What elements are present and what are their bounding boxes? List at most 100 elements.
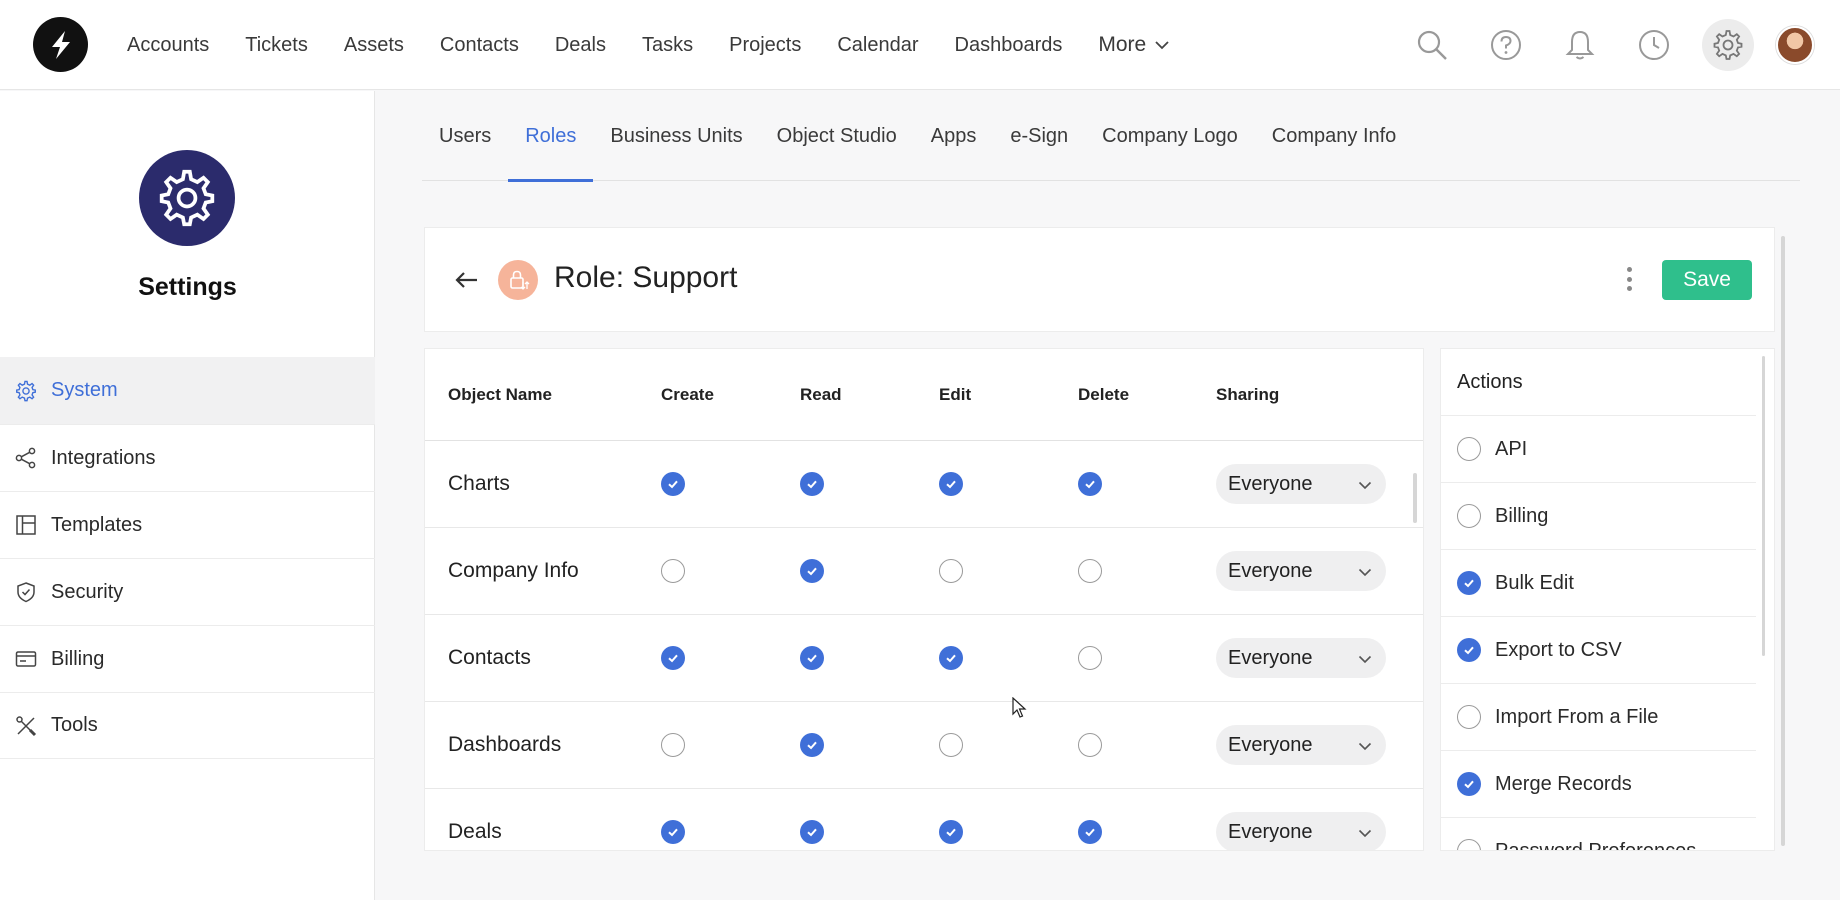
help-icon[interactable] xyxy=(1480,19,1532,71)
delete-checkbox[interactable] xyxy=(1078,733,1102,757)
layout-icon xyxy=(14,513,38,537)
action-checkbox[interactable] xyxy=(1457,638,1481,662)
tab-users[interactable]: Users xyxy=(422,91,508,181)
sidebar-item-system[interactable]: System xyxy=(0,357,375,424)
action-checkbox[interactable] xyxy=(1457,504,1481,528)
table-row: Deals Everyone xyxy=(425,789,1423,850)
sidebar-item-templates[interactable]: Templates xyxy=(0,491,375,558)
page-scrollbar[interactable] xyxy=(1781,236,1785,846)
read-checkbox[interactable] xyxy=(800,820,824,844)
role-title: Role: Support xyxy=(554,261,738,294)
sidebar-item-integrations[interactable]: Integrations xyxy=(0,424,375,491)
edit-checkbox[interactable] xyxy=(939,820,963,844)
tab-company-logo[interactable]: Company Logo xyxy=(1085,91,1255,181)
read-checkbox[interactable] xyxy=(800,472,824,496)
nav-projects[interactable]: Projects xyxy=(729,34,801,57)
action-item[interactable]: Bulk Edit xyxy=(1441,550,1756,617)
read-checkbox[interactable] xyxy=(800,646,824,670)
action-checkbox[interactable] xyxy=(1457,571,1481,595)
tab-apps[interactable]: Apps xyxy=(914,91,994,181)
search-icon[interactable] xyxy=(1406,19,1458,71)
action-checkbox[interactable] xyxy=(1457,839,1481,850)
table-scrollbar[interactable] xyxy=(1413,473,1417,523)
delete-checkbox[interactable] xyxy=(1078,646,1102,670)
chevron-down-icon xyxy=(1358,560,1372,583)
nav-more-menu[interactable]: More xyxy=(1098,33,1170,57)
actions-panel: Actions API Billing Bulk Edit Export to CSV… xyxy=(1440,348,1775,851)
create-checkbox[interactable] xyxy=(661,733,685,757)
sidebar-item-label: Billing xyxy=(51,647,105,670)
action-item[interactable]: API xyxy=(1441,416,1756,483)
table-row: Charts Everyone xyxy=(425,441,1423,528)
back-arrow-icon[interactable] xyxy=(453,266,481,294)
tab-e-sign[interactable]: e-Sign xyxy=(993,91,1085,181)
user-avatar[interactable] xyxy=(1776,26,1814,64)
delete-checkbox[interactable] xyxy=(1078,820,1102,844)
role-lock-icon xyxy=(498,260,538,300)
sharing-dropdown[interactable]: Everyone xyxy=(1216,812,1386,850)
sidebar-item-security[interactable]: Security xyxy=(0,558,375,625)
tab-roles[interactable]: Roles xyxy=(508,91,594,182)
action-item[interactable]: Merge Records xyxy=(1441,751,1756,818)
cell-delete xyxy=(1078,646,1216,670)
nav-deals[interactable]: Deals xyxy=(555,34,606,57)
nav-calendar[interactable]: Calendar xyxy=(837,34,918,57)
table-row: Company Info Everyone xyxy=(425,528,1423,615)
tab-object-studio[interactable]: Object Studio xyxy=(760,91,914,181)
column-header-create: Create xyxy=(661,384,714,404)
sharing-dropdown[interactable]: Everyone xyxy=(1216,638,1386,678)
create-checkbox[interactable] xyxy=(661,820,685,844)
main-nav: Accounts Tickets Assets Contacts Deals T… xyxy=(127,0,1170,90)
nav-accounts[interactable]: Accounts xyxy=(127,34,209,57)
nav-tickets[interactable]: Tickets xyxy=(245,34,308,57)
cell-delete xyxy=(1078,820,1216,844)
delete-checkbox[interactable] xyxy=(1078,472,1102,496)
sharing-dropdown[interactable]: Everyone xyxy=(1216,464,1386,504)
settings-gear-icon[interactable] xyxy=(1702,19,1754,71)
nav-tasks[interactable]: Tasks xyxy=(642,34,693,57)
actions-scrollbar[interactable] xyxy=(1762,356,1765,656)
delete-checkbox[interactable] xyxy=(1078,559,1102,583)
action-item[interactable]: Password Preferences xyxy=(1441,818,1756,850)
edit-checkbox[interactable] xyxy=(939,559,963,583)
cell-delete xyxy=(1078,472,1216,496)
sharing-dropdown[interactable]: Everyone xyxy=(1216,725,1386,765)
nav-contacts[interactable]: Contacts xyxy=(440,34,519,57)
nav-assets[interactable]: Assets xyxy=(344,34,404,57)
sharing-value: Everyone xyxy=(1228,559,1313,582)
column-header-sharing: Sharing xyxy=(1216,384,1280,404)
table-body: Charts Everyone Company Info Everyone Contac… xyxy=(425,441,1423,850)
edit-checkbox[interactable] xyxy=(939,733,963,757)
edit-checkbox[interactable] xyxy=(939,472,963,496)
edit-checkbox[interactable] xyxy=(939,646,963,670)
read-checkbox[interactable] xyxy=(800,733,824,757)
save-button[interactable]: Save xyxy=(1662,260,1752,300)
action-item[interactable]: Import From a File xyxy=(1441,684,1756,751)
cell-sharing: Everyone xyxy=(1216,638,1396,678)
sharing-dropdown[interactable]: Everyone xyxy=(1216,551,1386,591)
action-checkbox[interactable] xyxy=(1457,705,1481,729)
bell-icon[interactable] xyxy=(1554,19,1606,71)
sharing-value: Everyone xyxy=(1228,820,1313,843)
clock-icon[interactable] xyxy=(1628,19,1680,71)
app-logo[interactable] xyxy=(33,17,88,72)
action-item[interactable]: Export to CSV xyxy=(1441,617,1756,684)
nav-more-label: More xyxy=(1098,33,1147,56)
tab-company-info[interactable]: Company Info xyxy=(1255,91,1414,181)
tab-business-units[interactable]: Business Units xyxy=(593,91,759,181)
read-checkbox[interactable] xyxy=(800,559,824,583)
create-checkbox[interactable] xyxy=(661,559,685,583)
create-checkbox[interactable] xyxy=(661,646,685,670)
sidebar-item-billing[interactable]: Billing xyxy=(0,625,375,692)
action-item[interactable]: Billing xyxy=(1441,483,1756,550)
action-checkbox[interactable] xyxy=(1457,437,1481,461)
create-checkbox[interactable] xyxy=(661,472,685,496)
action-checkbox[interactable] xyxy=(1457,772,1481,796)
more-options-icon[interactable] xyxy=(1622,264,1636,294)
nav-dashboards[interactable]: Dashboards xyxy=(955,34,1063,57)
tools-icon xyxy=(14,714,38,738)
chevron-down-icon xyxy=(1358,821,1372,844)
sidebar-item-tools[interactable]: Tools xyxy=(0,692,375,759)
chevron-down-icon xyxy=(1358,473,1372,496)
chevron-down-icon xyxy=(1155,41,1169,50)
